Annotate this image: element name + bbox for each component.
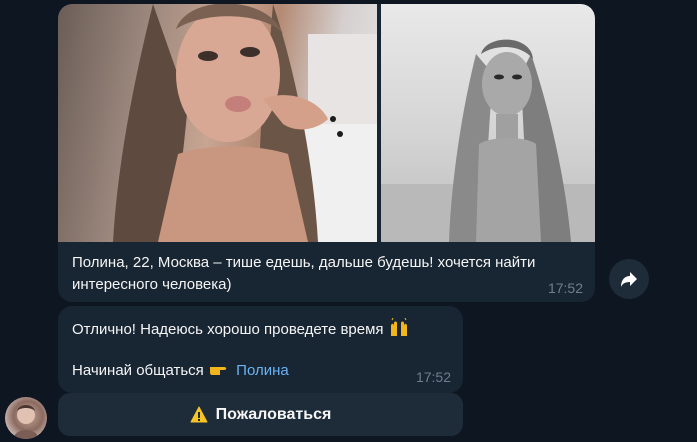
warning-icon — [190, 406, 208, 424]
raising-hands-icon — [388, 317, 410, 342]
message-line-2: Начинай общаться Полина — [72, 361, 289, 381]
user-avatar — [13, 405, 39, 439]
pointing-hand-icon — [208, 361, 232, 381]
welcome-message: Отлично! Надеюсь хорошо проведете время … — [58, 306, 463, 393]
message-line-1-text: Отлично! Надеюсь хорошо проведете время — [72, 320, 384, 338]
share-button[interactable] — [609, 259, 649, 299]
album-message: Полина, 22, Москва – тише едешь, дальше … — [58, 4, 595, 302]
share-arrow-icon — [621, 272, 637, 287]
message-line-2-text: Начинай общаться — [72, 361, 204, 379]
message-time: 17:52 — [415, 369, 451, 385]
photo-left[interactable] — [58, 4, 377, 242]
message-line-1: Отлично! Надеюсь хорошо проведете время — [72, 317, 410, 342]
profile-link[interactable]: Полина — [236, 362, 289, 379]
album-caption: Полина, 22, Москва – тише едешь, дальше … — [72, 254, 536, 293]
photo-right[interactable] — [381, 4, 595, 242]
album-time: 17:52 — [547, 280, 583, 296]
report-button[interactable]: Пожаловаться — [58, 393, 463, 436]
photo-color-portrait — [113, 4, 377, 242]
photo-bw-portrait — [381, 39, 595, 242]
report-button-label: Пожаловаться — [215, 405, 332, 423]
avatar[interactable] — [5, 397, 47, 439]
